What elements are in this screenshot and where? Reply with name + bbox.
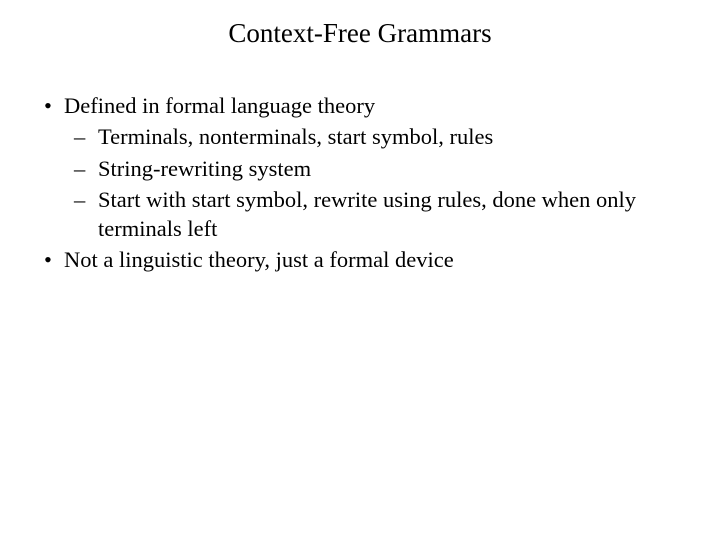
slide-container: Context-Free Grammars • Defined in forma… [0, 0, 720, 540]
slide-title: Context-Free Grammars [0, 18, 720, 49]
dash-icon: – [74, 185, 98, 214]
list-item: • Not a linguistic theory, just a formal… [38, 245, 690, 274]
list-item: • Defined in formal language theory [38, 91, 690, 120]
dash-icon: – [74, 122, 98, 151]
bullet-icon: • [38, 245, 64, 274]
sub-bullet-text: Terminals, nonterminals, start symbol, r… [98, 122, 690, 151]
list-item: – Start with start symbol, rewrite using… [74, 185, 690, 244]
slide-content: • Defined in formal language theory – Te… [0, 91, 720, 275]
bullet-icon: • [38, 91, 64, 120]
list-item: – String-rewriting system [74, 154, 690, 183]
sub-list: – Terminals, nonterminals, start symbol,… [38, 122, 690, 243]
list-item: – Terminals, nonterminals, start symbol,… [74, 122, 690, 151]
sub-bullet-text: String-rewriting system [98, 154, 690, 183]
dash-icon: – [74, 154, 98, 183]
sub-bullet-text: Start with start symbol, rewrite using r… [98, 185, 690, 244]
bullet-text: Defined in formal language theory [64, 91, 690, 120]
bullet-text: Not a linguistic theory, just a formal d… [64, 245, 690, 274]
